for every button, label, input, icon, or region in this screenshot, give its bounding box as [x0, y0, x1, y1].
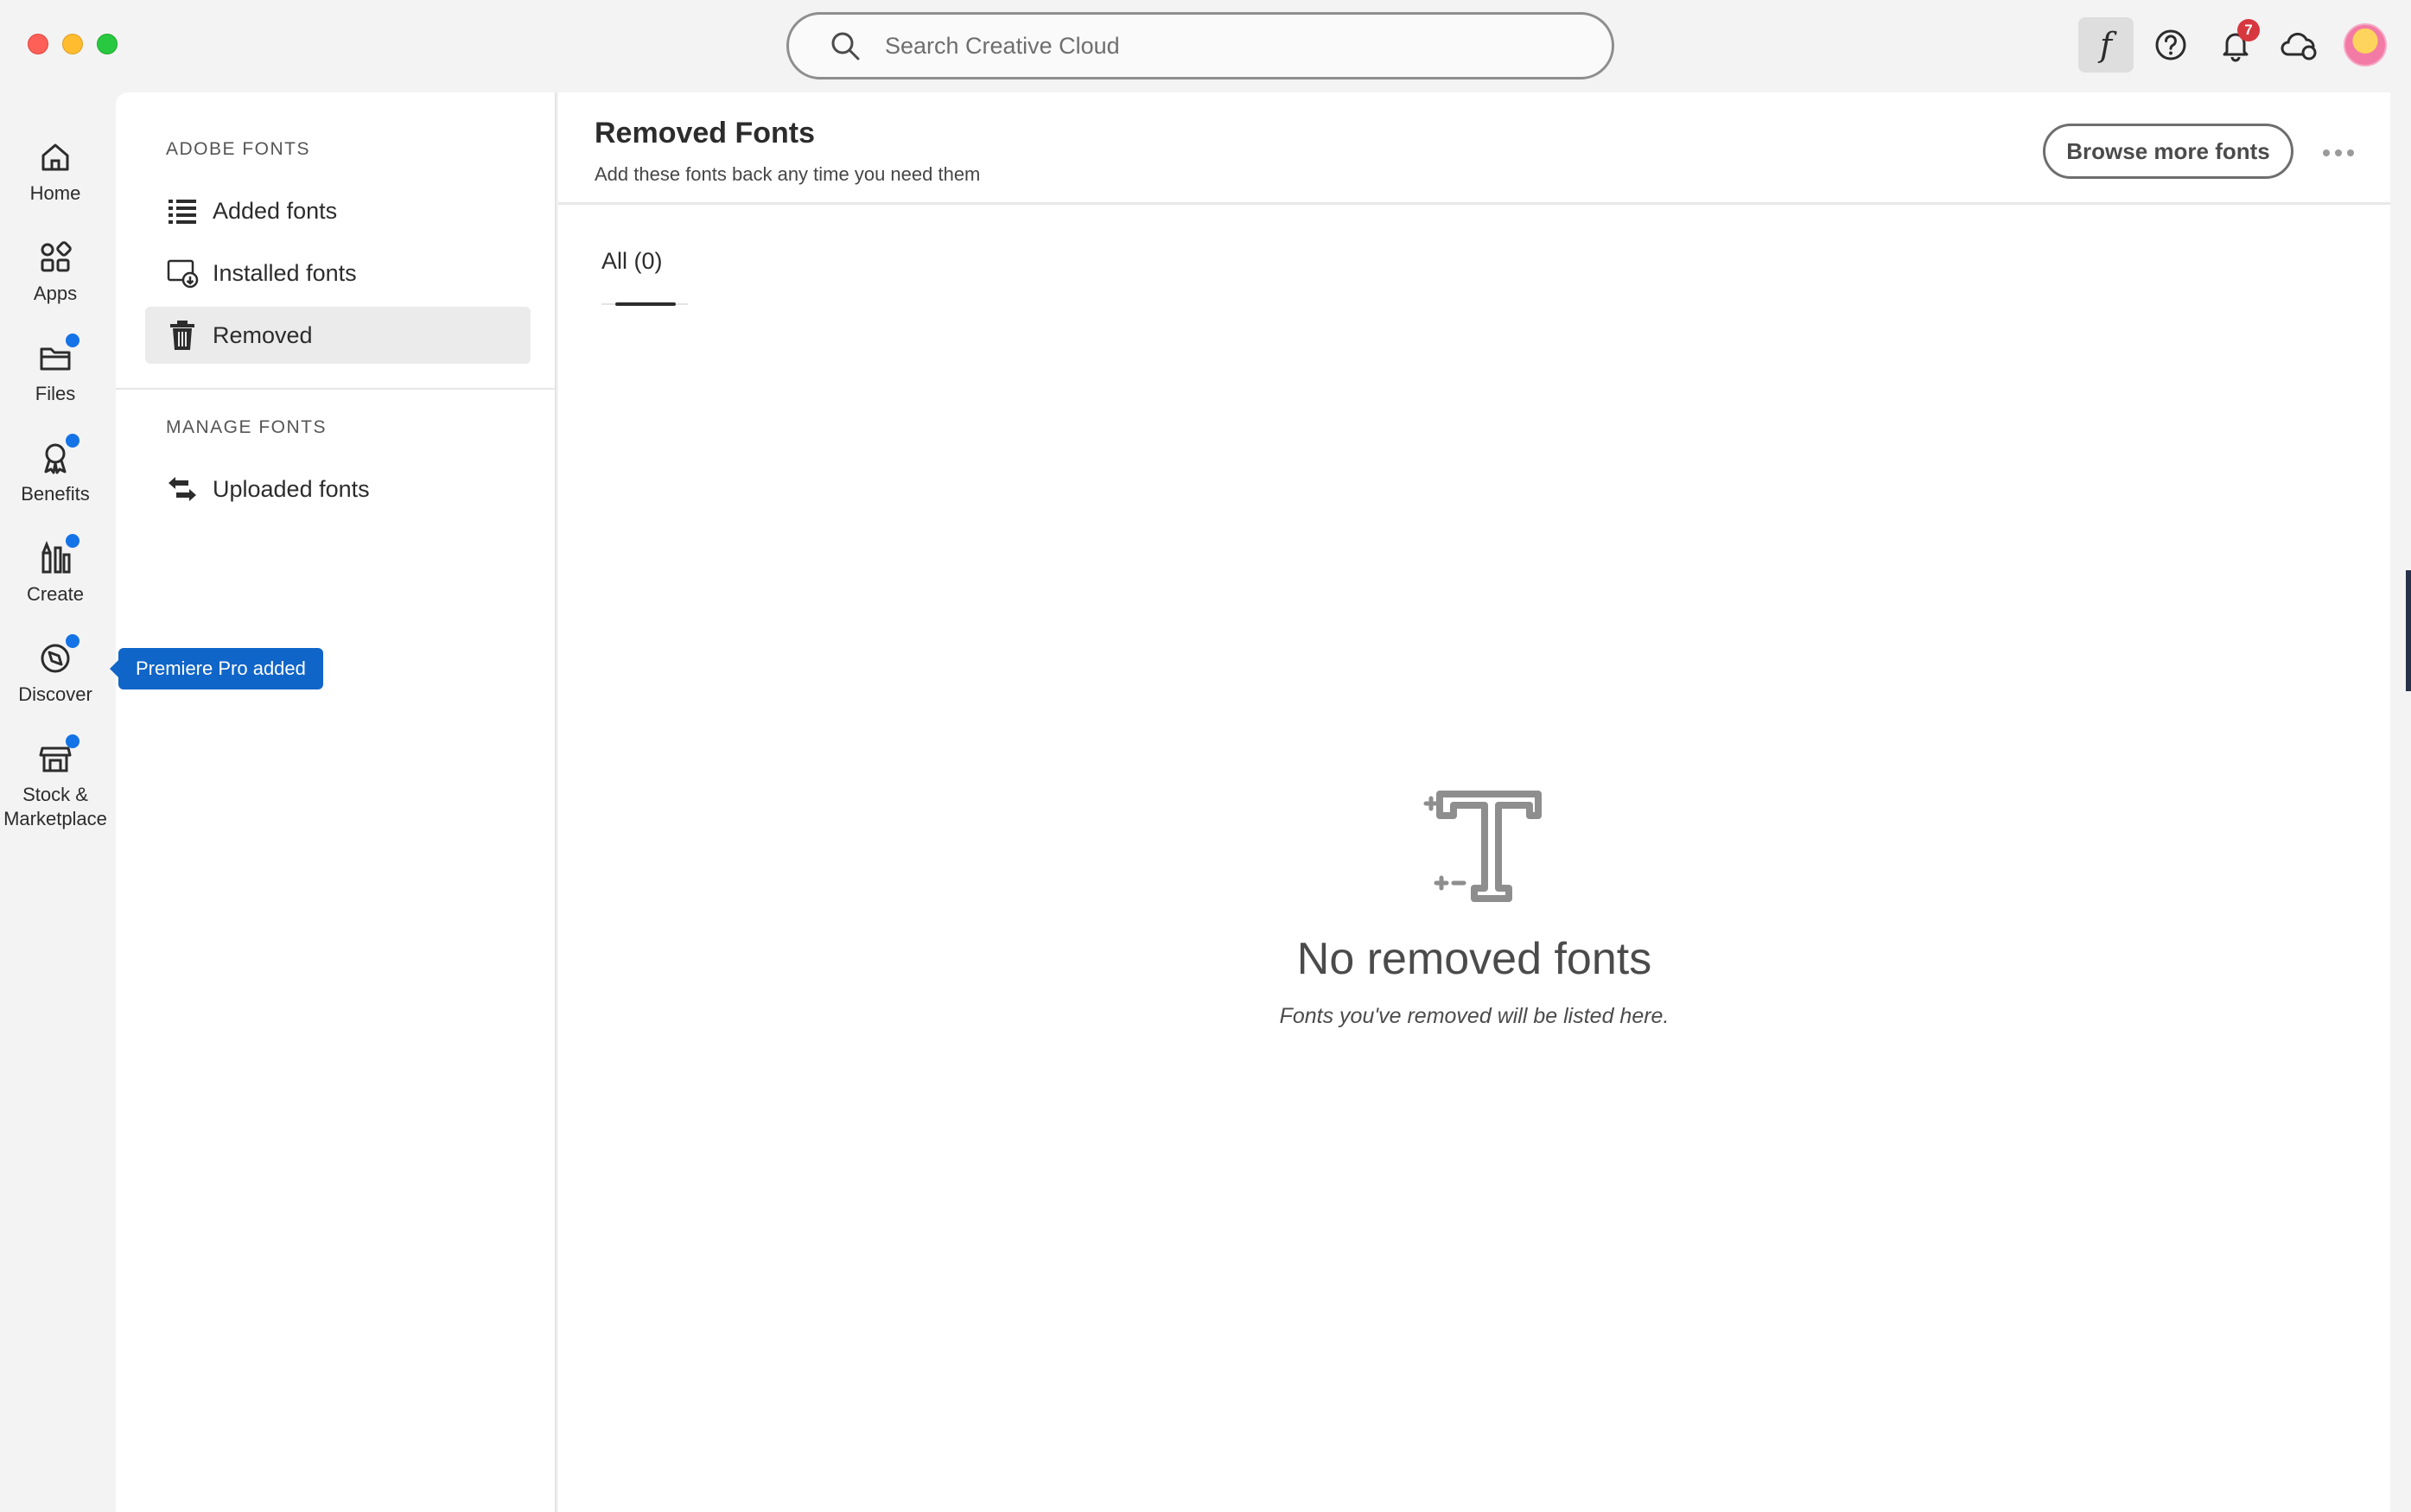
notification-dot	[66, 534, 80, 548]
notification-dot	[66, 634, 80, 648]
fonts-sidebar: ADOBE FONTS Added fonts Installed fonts …	[116, 92, 557, 1512]
nav-item-apps[interactable]: Apps	[0, 240, 111, 306]
nav-label: Stock &	[22, 784, 88, 805]
apps-grid-icon	[41, 241, 72, 272]
cloud-sync-button[interactable]	[2273, 17, 2328, 73]
sidebar-item-added-fonts[interactable]: Added fonts	[145, 182, 531, 239]
sidebar-item-uploaded-fonts[interactable]: Uploaded fonts	[145, 461, 531, 518]
close-window-button[interactable]	[28, 34, 48, 54]
nav-label: Marketplace	[3, 808, 107, 829]
sidebar-item-removed[interactable]: Removed	[145, 307, 531, 364]
create-tools-icon	[38, 534, 80, 575]
help-icon[interactable]	[2143, 17, 2198, 73]
nav-item-stock-marketplace[interactable]: Stock & Marketplace	[0, 734, 111, 831]
notification-count-badge: 7	[2237, 19, 2260, 41]
page-title: Removed Fonts	[595, 117, 816, 149]
background-window-edge	[2406, 570, 2411, 691]
nav-label: Discover	[18, 683, 92, 705]
nav-item-discover[interactable]: Discover	[0, 634, 111, 707]
search-icon	[831, 32, 860, 60]
ribbon-icon	[38, 434, 80, 475]
nav-item-home[interactable]: Home	[0, 140, 111, 206]
search-bar[interactable]	[786, 12, 1614, 79]
more-options-icon[interactable]	[2312, 136, 2364, 170]
search-input[interactable]	[885, 32, 1559, 60]
font-t-sparkle-icon	[1423, 791, 1542, 902]
sidebar-divider	[116, 388, 555, 390]
page-subtitle: Add these fonts back any time you need t…	[595, 163, 981, 185]
nav-item-create[interactable]: Create	[0, 534, 111, 607]
sidebar-item-label: Added fonts	[213, 197, 338, 224]
folder-icon	[38, 334, 80, 375]
tab-all[interactable]: All (0)	[601, 248, 663, 275]
notification-dot	[66, 334, 80, 347]
fonts-icon[interactable]: f	[2078, 17, 2134, 73]
compass-icon	[38, 634, 80, 676]
main-nav-rail: Home Apps Files Benefits Create Discover…	[0, 90, 116, 1512]
swap-arrows-icon	[169, 477, 196, 501]
section-heading-adobe-fonts: ADOBE FONTS	[166, 139, 311, 159]
user-avatar[interactable]	[2344, 23, 2387, 67]
home-icon	[41, 143, 69, 171]
nav-label: Home	[29, 182, 81, 204]
nav-item-benefits[interactable]: Benefits	[0, 434, 111, 506]
empty-state-subtitle: Fonts you've removed will be listed here…	[1279, 1004, 1670, 1028]
premiere-added-tooltip: Premiere Pro added	[110, 648, 323, 689]
page-header: Removed Fonts Add these fonts back any t…	[558, 92, 2390, 205]
sidebar-item-label: Installed fonts	[213, 259, 357, 286]
storefront-icon	[38, 734, 80, 776]
list-icon	[169, 200, 196, 224]
nav-item-files[interactable]: Files	[0, 334, 111, 406]
nav-label: Files	[35, 383, 76, 404]
empty-state-title: No removed fonts	[1296, 934, 1652, 984]
notification-dot	[66, 434, 80, 448]
trash-icon	[170, 321, 194, 350]
title-bar: f 7	[0, 0, 2411, 90]
browse-more-fonts-button[interactable]: Browse more fonts	[2043, 124, 2293, 179]
section-heading-manage-fonts: MANAGE FONTS	[166, 417, 328, 437]
sidebar-item-label: Uploaded fonts	[213, 475, 370, 502]
sidebar-item-installed-fonts[interactable]: Installed fonts	[145, 245, 531, 302]
minimize-window-button[interactable]	[62, 34, 83, 54]
nav-label: Benefits	[21, 483, 90, 505]
zoom-window-button[interactable]	[97, 34, 118, 54]
tab-active-indicator	[615, 302, 676, 306]
notification-dot	[66, 734, 80, 748]
help-circle-icon	[2155, 29, 2186, 60]
nav-label: Apps	[33, 283, 78, 304]
main-content: Removed Fonts Add these fonts back any t…	[558, 92, 2390, 1512]
cloud-sync-icon	[2281, 32, 2317, 60]
notifications-button[interactable]: 7	[2208, 17, 2263, 73]
installed-font-icon	[167, 259, 199, 289]
nav-label: Create	[26, 583, 85, 605]
sidebar-item-label: Removed	[213, 321, 313, 348]
